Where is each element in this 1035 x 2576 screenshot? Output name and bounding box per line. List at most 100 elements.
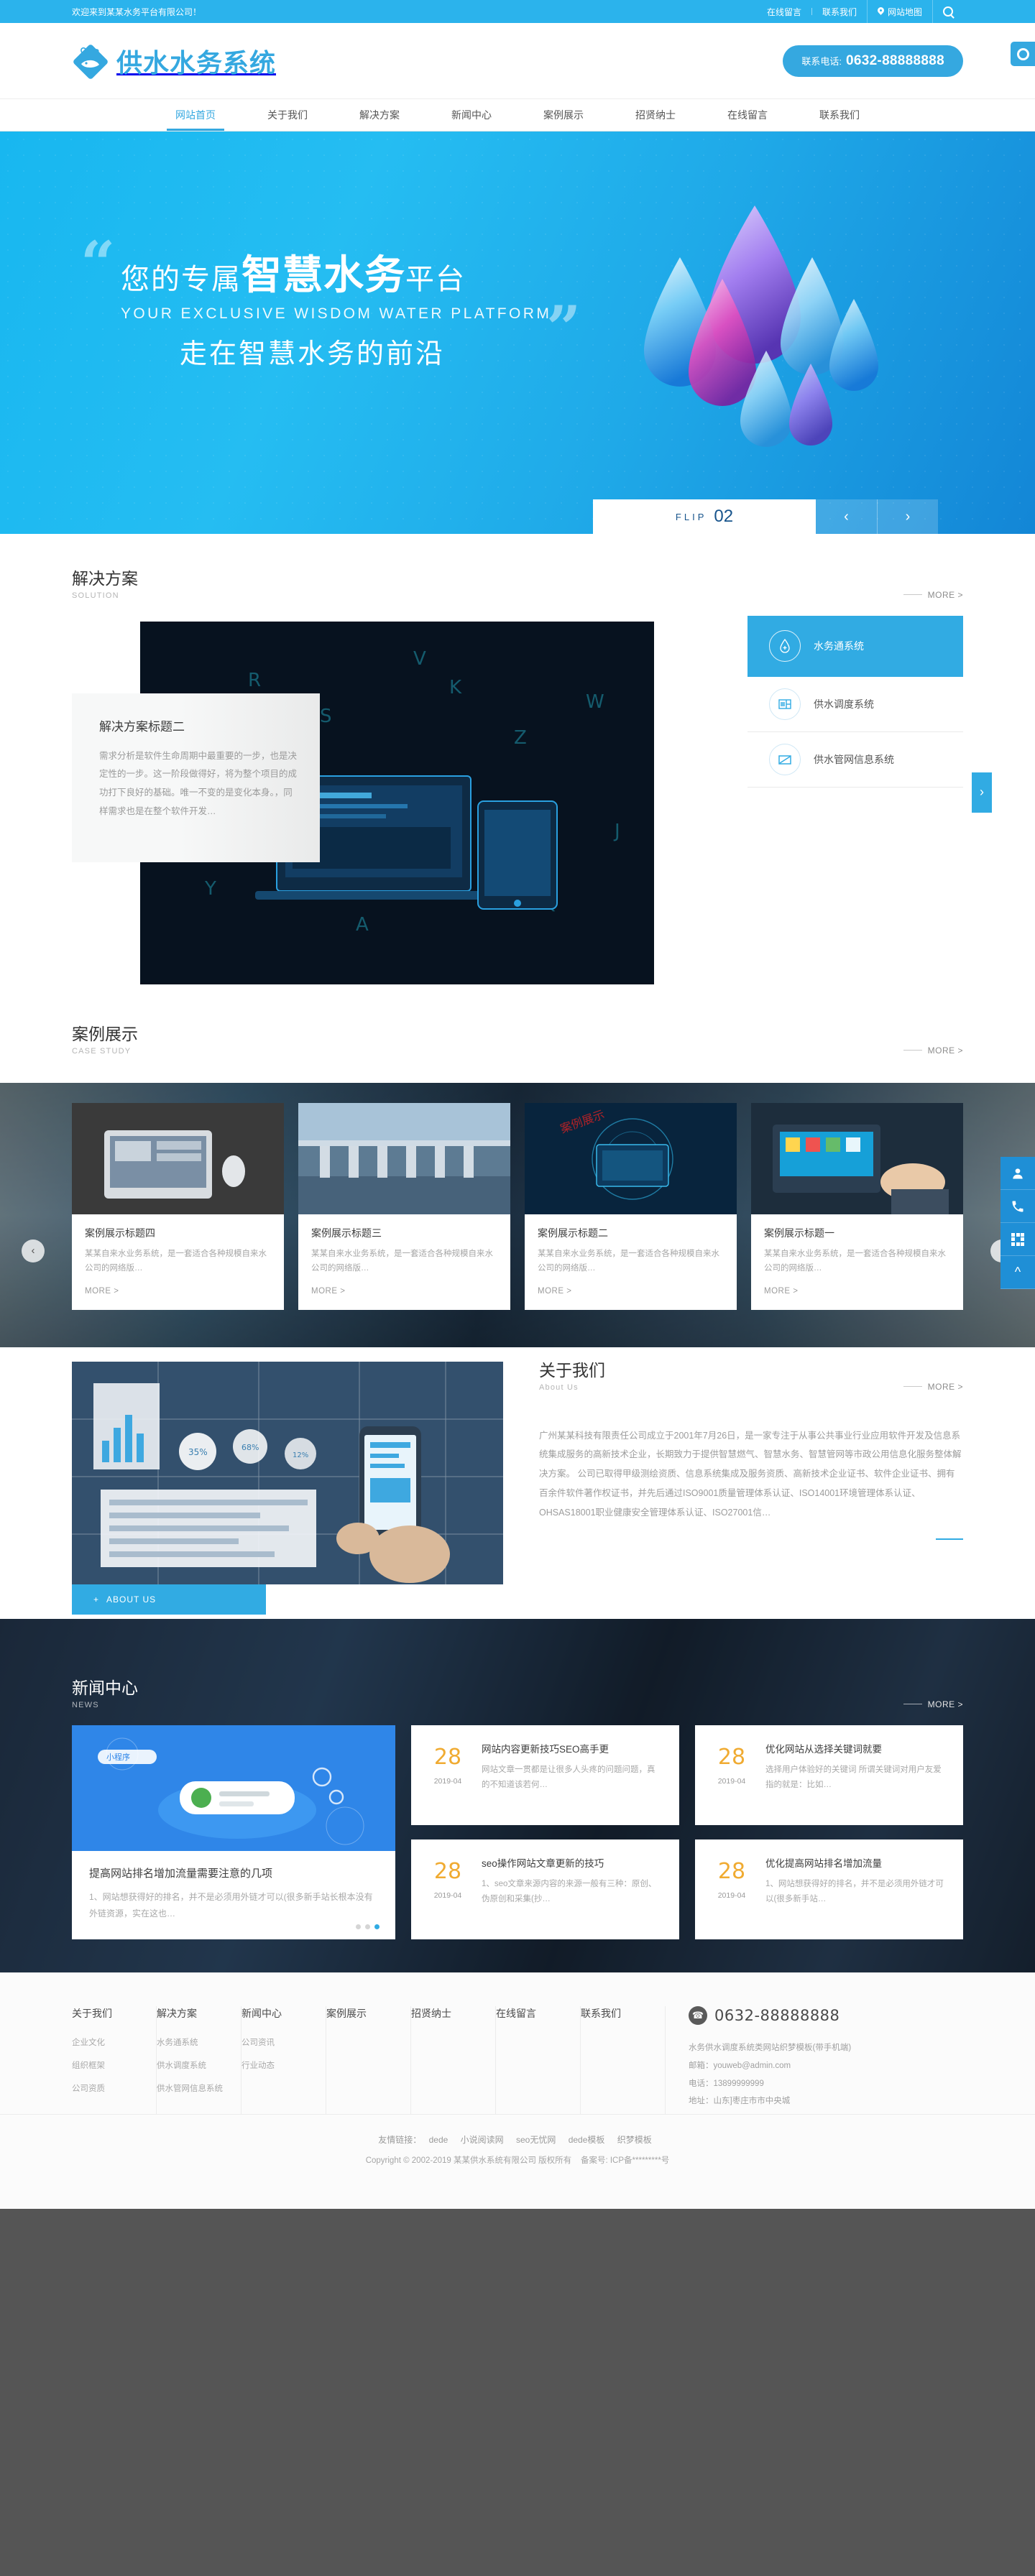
- case-card[interactable]: 案例展示标题三 某某自来水业务系统，是一套适合各种规模自来水公司的网络版… MO…: [298, 1102, 510, 1310]
- news-carousel-dots[interactable]: [356, 1924, 380, 1930]
- friend-links-label: 友情链接：: [378, 2135, 422, 2146]
- case-more-link[interactable]: MORE >: [764, 1287, 798, 1296]
- icp-number: 备案号: ICP备*********号: [580, 2156, 670, 2166]
- about-content: 关于我们 About Us MORE > 广州某某科技有限责任公司成立于2001…: [503, 1347, 963, 1584]
- case-card[interactable]: 案例展示 案例展示标题二 某某自来水业务系统，是一套适合各种规模自来水公司的网络…: [525, 1102, 737, 1310]
- case-more-link[interactable]: MORE >: [85, 1287, 119, 1296]
- qrcode-icon[interactable]: [1000, 1223, 1035, 1256]
- dot-active[interactable]: [374, 1924, 380, 1930]
- hero-copy: “ ” 您的专属智慧水务平台 YOUR EXCLUSIVE WISDOM WAT…: [80, 234, 581, 371]
- footer-link[interactable]: 行业动态: [242, 2059, 316, 2071]
- hero-subline-en: YOUR EXCLUSIVE WISDOM WATER PLATFORM: [121, 305, 552, 322]
- news-item[interactable]: 28 2019-04 优化提高网站排名增加流量 1、网站想获得好的排名，并不是必…: [695, 1839, 963, 1940]
- news-content: 新闻中心 NEWS MORE > 小程序 提高网站排名增加流量需要注意的几项 1…: [72, 1643, 963, 1940]
- phone-number: 0632-88888888: [845, 52, 944, 68]
- footer-email: 邮箱：youweb@admin.com: [689, 2062, 791, 2070]
- svg-text:K: K: [449, 677, 462, 698]
- topbar-link-message[interactable]: 在线留言: [757, 0, 811, 23]
- footer-col-title[interactable]: 在线留言: [496, 2006, 570, 2021]
- footer-col-title[interactable]: 关于我们: [72, 2006, 146, 2021]
- arrow-up-icon[interactable]: ^: [1000, 1256, 1035, 1289]
- nav-item-contact[interactable]: 联系我们: [794, 99, 886, 131]
- cases-prev-button[interactable]: ‹: [22, 1239, 45, 1262]
- chevron-left-icon[interactable]: ‹: [816, 499, 877, 534]
- friend-links: 友情链接： dede 小说阅读网 seo无忧网 dede模板 织梦模板: [0, 2133, 1035, 2146]
- footer-columns: 关于我们 企业文化 组织框架 公司资质 解决方案 水务通系统 供水调度系统 供水…: [72, 2006, 963, 2115]
- news-desc: 1、网站想获得好的排名，并不是必须用外链才可以(很多新手站…: [765, 1879, 944, 1904]
- cases-more-link[interactable]: MORE >: [903, 1045, 963, 1056]
- site-header: 供水水务系统 联系电话: 0632-88888888: [0, 23, 1035, 98]
- logo[interactable]: 供水水务系统: [72, 42, 276, 80]
- solution-tab-pipe-network[interactable]: 供水管网信息系统: [748, 732, 963, 788]
- solution-card-title: 解决方案标题二: [99, 719, 185, 734]
- search-button[interactable]: [933, 0, 963, 23]
- about-us-button[interactable]: + ABOUT US: [72, 1584, 266, 1615]
- case-image: 案例展示: [525, 1102, 737, 1214]
- gear-icon[interactable]: [1011, 42, 1035, 66]
- case-title: 案例展示标题一: [764, 1227, 834, 1239]
- news-item[interactable]: 28 2019-04 优化网站从选择关键词就要 选择用户体验好的关键词 所谓关键…: [695, 1725, 963, 1825]
- header-phone[interactable]: 联系电话: 0632-88888888: [783, 45, 963, 77]
- footer-link[interactable]: 公司资质: [72, 2082, 146, 2094]
- footer-col-title[interactable]: 新闻中心: [242, 2006, 316, 2021]
- case-body: 案例展示标题一 某某自来水业务系统，是一套适合各种规模自来水公司的网络版… MO…: [751, 1214, 963, 1310]
- topbar-link-contact[interactable]: 联系我们: [812, 0, 867, 23]
- footer-col-title[interactable]: 联系我们: [581, 2006, 655, 2021]
- news-item[interactable]: 28 2019-04 seo操作网站文章更新的技巧 1、seo文章来源内容的来源…: [411, 1839, 679, 1940]
- news-list: 28 2019-04 网站内容更新技巧SEO高手更 网站文章一贯都是让很多人头疼…: [411, 1725, 963, 1940]
- user-service-icon[interactable]: [1000, 1157, 1035, 1190]
- solution-tab-label: 供水管网信息系统: [814, 753, 894, 765]
- friend-link[interactable]: dede: [429, 2135, 448, 2145]
- case-card[interactable]: 案例展示标题一 某某自来水业务系统，是一套适合各种规模自来水公司的网络版… MO…: [751, 1102, 963, 1310]
- nav-item-solutions[interactable]: 解决方案: [334, 99, 426, 131]
- solution-next-button[interactable]: ›: [972, 772, 992, 813]
- dash-decoration: [903, 594, 922, 596]
- footer-phone-number: 0632-88888888: [714, 2007, 840, 2025]
- nav-item-news[interactable]: 新闻中心: [426, 99, 518, 131]
- news-month: 2019-04: [433, 1891, 462, 1900]
- dot[interactable]: [365, 1924, 370, 1930]
- footer-link[interactable]: 供水管网信息系统: [157, 2082, 231, 2094]
- friend-link[interactable]: 织梦模板: [617, 2135, 652, 2145]
- footer-link[interactable]: 水务通系统: [157, 2036, 231, 2048]
- nav-item-about[interactable]: 关于我们: [242, 99, 334, 131]
- nav-item-home[interactable]: 网站首页: [150, 99, 242, 131]
- nav-item-careers[interactable]: 招贤纳士: [610, 99, 702, 131]
- phone-icon[interactable]: [1000, 1190, 1035, 1223]
- footer-col-title[interactable]: 招贤纳士: [411, 2006, 485, 2021]
- friend-link[interactable]: dede模板: [569, 2135, 605, 2145]
- footer-link[interactable]: 公司资讯: [242, 2036, 316, 2048]
- nav-item-cases[interactable]: 案例展示: [518, 99, 610, 131]
- news-more-link[interactable]: MORE >: [903, 1699, 963, 1709]
- svg-text:A: A: [356, 914, 369, 936]
- case-more-link[interactable]: MORE >: [538, 1287, 571, 1296]
- footer-col-message: 在线留言: [496, 2006, 581, 2115]
- news-item[interactable]: 28 2019-04 网站内容更新技巧SEO高手更 网站文章一贯都是让很多人头疼…: [411, 1725, 679, 1825]
- topbar-link-sitemap[interactable]: 网站地图: [868, 0, 932, 23]
- section-title: 新闻中心: [72, 1678, 138, 1697]
- news-day: 28: [717, 1858, 746, 1884]
- copyright-line: Copyright © 2002-2019 某某供水系统有限公司 版权所有: [365, 2156, 572, 2166]
- friend-link[interactable]: 小说阅读网: [461, 2135, 504, 2145]
- about-more-link[interactable]: MORE >: [903, 1382, 963, 1392]
- footer-link[interactable]: 企业文化: [72, 2036, 146, 2048]
- about-section: 35% 68% 12% + ABOUT US 关于我们 About Us MOR…: [72, 1347, 963, 1615]
- case-card[interactable]: 案例展示标题四 某某自来水业务系统，是一套适合各种规模自来水公司的网络版… MO…: [72, 1102, 284, 1310]
- footer-col-title[interactable]: 解决方案: [157, 2006, 231, 2021]
- about-media: 35% 68% 12% + ABOUT US: [72, 1347, 503, 1615]
- case-more-link[interactable]: MORE >: [311, 1287, 345, 1296]
- case-desc: 某某自来水业务系统，是一套适合各种规模自来水公司的网络版…: [311, 1249, 493, 1273]
- solution-more-link[interactable]: MORE >: [903, 590, 963, 600]
- friend-link[interactable]: seo无忧网: [516, 2135, 556, 2145]
- solution-tab-dispatch-system[interactable]: 供水调度系统: [748, 677, 963, 732]
- top-bar-links: 在线留言 联系我们 网站地图: [757, 0, 963, 23]
- news-feature-card[interactable]: 小程序 提高网站排名增加流量需要注意的几项 1、网站想获得好的排名，并不是必须用…: [72, 1725, 395, 1940]
- nav-item-message[interactable]: 在线留言: [702, 99, 794, 131]
- solution-tab-list: 水务通系统 供水调度系统 供水管网信息系统: [748, 615, 963, 989]
- footer-col-title[interactable]: 案例展示: [326, 2006, 400, 2021]
- dot[interactable]: [356, 1924, 361, 1930]
- footer-link[interactable]: 组织框架: [72, 2059, 146, 2071]
- chevron-right-icon[interactable]: ›: [877, 499, 938, 534]
- solution-tab-water-system[interactable]: 水务通系统: [748, 615, 963, 677]
- footer-link[interactable]: 供水调度系统: [157, 2059, 231, 2071]
